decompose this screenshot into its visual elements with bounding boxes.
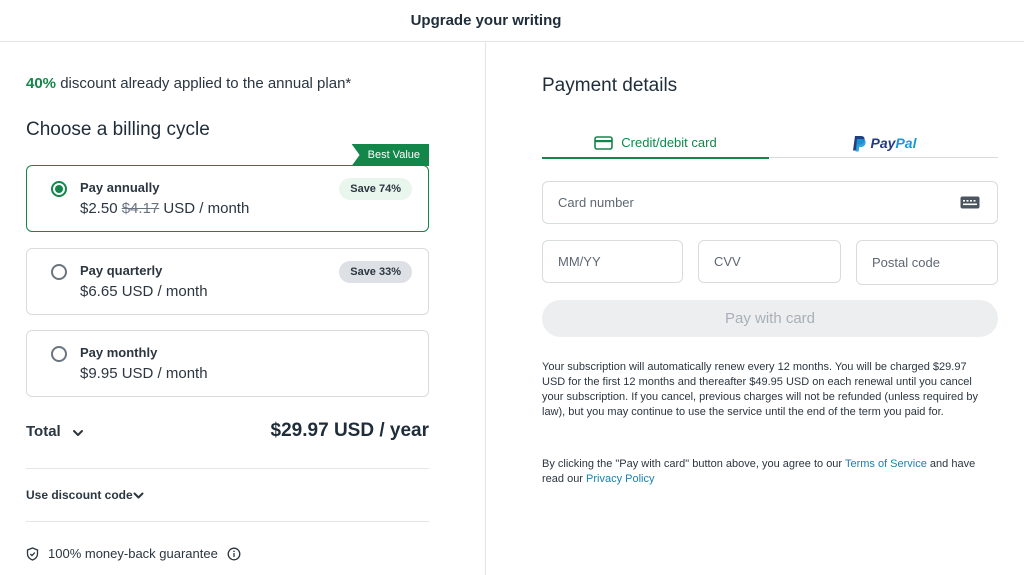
plan-annual-radio[interactable] (51, 181, 67, 197)
discount-code-toggle[interactable]: Use discount code (26, 488, 133, 502)
column-divider (485, 42, 486, 575)
plan-quarterly-radio[interactable] (51, 264, 67, 280)
agreement-text: By clicking the "Pay with card" button a… (542, 457, 992, 487)
discount-text: discount already applied to the annual p… (56, 75, 352, 92)
billing-cycle-heading: Choose a billing cycle (26, 119, 210, 140)
plan-annual-name: Pay annually (80, 180, 160, 195)
card-number-placeholder: Card number (558, 195, 634, 210)
postal-code-input[interactable]: Postal code (856, 240, 998, 285)
total-label: Total (26, 423, 61, 440)
top-bar: Upgrade your writing (0, 0, 1024, 42)
expiry-input[interactable]: MM/YY (542, 240, 683, 283)
plan-monthly-price: $9.95 USD / month (80, 365, 208, 382)
page-title: Upgrade your writing (410, 12, 562, 29)
card-number-input[interactable]: Card number (542, 181, 998, 224)
credit-card-icon (594, 135, 614, 150)
payment-method-tabs: Credit/debit card PayPal (542, 128, 998, 159)
agreement-text-pre: By clicking the "Pay with card" button a… (542, 458, 845, 470)
discount-percent: 40% (26, 75, 57, 92)
info-icon[interactable] (227, 547, 241, 561)
plan-annual-save-badge: Save 74% (339, 178, 412, 200)
pay-with-card-button[interactable]: Pay with card (542, 300, 998, 337)
shield-check-icon (26, 546, 39, 561)
guarantee-text: 100% money-back guarantee (48, 546, 218, 561)
chevron-down-icon[interactable] (71, 426, 85, 440)
plan-quarterly-option[interactable]: Pay quarterly $6.65 USD / month Save 33% (26, 248, 429, 315)
paypal-logo-icon (852, 135, 866, 151)
cvv-input[interactable]: CVV (698, 240, 841, 283)
divider (26, 521, 429, 522)
cvv-placeholder: CVV (714, 254, 741, 269)
plan-quarterly-save-badge: Save 33% (339, 261, 412, 283)
plan-monthly-option[interactable]: Pay monthly $9.95 USD / month (26, 330, 429, 397)
plan-monthly-radio[interactable] (51, 346, 67, 362)
tab-credit-card[interactable]: Credit/debit card (542, 128, 769, 159)
terms-of-service-link[interactable]: Terms of Service (845, 458, 927, 470)
plan-annual-option[interactable]: Best Value Pay annually $2.50 $4.17 USD … (26, 144, 429, 232)
plan-monthly-name: Pay monthly (80, 345, 158, 360)
plan-annual-price-suffix: USD / month (159, 200, 250, 217)
paypal-wordmark: PayPal (871, 135, 917, 151)
total-row[interactable]: Total $29.97 USD / year (26, 420, 429, 443)
best-value-ribbon: Best Value (351, 144, 429, 166)
plan-quarterly-name: Pay quarterly (80, 263, 163, 278)
expiry-placeholder: MM/YY (558, 254, 601, 269)
tab-credit-card-label: Credit/debit card (621, 135, 717, 150)
total-value: $29.97 USD / year (270, 420, 429, 441)
payment-details-heading: Payment details (542, 75, 678, 96)
plan-quarterly-price: $6.65 USD / month (80, 283, 208, 300)
privacy-policy-link[interactable]: Privacy Policy (586, 473, 654, 485)
plan-annual-price: $2.50 $4.17 USD / month (80, 200, 249, 217)
paypal-wordmark-pay: Pay (870, 135, 896, 151)
plan-annual-old-price: $4.17 (121, 200, 160, 217)
divider (26, 468, 429, 469)
money-back-guarantee: 100% money-back guarantee (26, 546, 250, 561)
plan-annual-current-price: $2.50 (80, 200, 118, 217)
postal-placeholder: Postal code (872, 255, 940, 270)
discount-note: 40% discount already applied to the annu… (26, 75, 351, 92)
chevron-down-icon[interactable] (132, 489, 145, 502)
renewal-terms-text: Your subscription will automatically ren… (542, 361, 978, 418)
paypal-wordmark-pal: Pal (895, 135, 917, 151)
card-reader-icon (960, 196, 980, 209)
tab-paypal[interactable]: PayPal (770, 128, 998, 158)
